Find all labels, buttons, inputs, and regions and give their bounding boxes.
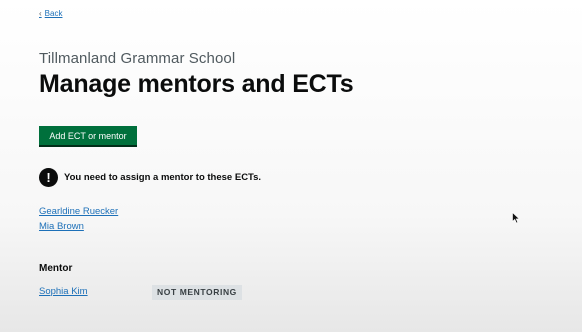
mentor-row: Sophia Kim NOT MENTORING: [39, 285, 339, 300]
chevron-left-icon: ‹: [39, 9, 42, 18]
ect-link-gearldine-ruecker[interactable]: Gearldine Ruecker: [39, 206, 118, 217]
school-name-caption: Tillmanland Grammar School: [39, 50, 236, 67]
mouse-pointer-icon: [512, 212, 521, 224]
mentor-section-heading: Mentor: [39, 263, 73, 274]
exclamation-icon: !: [39, 168, 58, 187]
ect-link-mia-brown[interactable]: Mia Brown: [39, 221, 84, 232]
mentor-link-sophia-kim[interactable]: Sophia Kim: [39, 286, 88, 297]
status-badge: NOT MENTORING: [152, 285, 242, 300]
warning-text: You need to assign a mentor to these ECT…: [64, 172, 262, 183]
back-link[interactable]: ‹ Back: [39, 9, 62, 18]
ect-list: Gearldine Ruecker Mia Brown: [39, 206, 118, 232]
warning-banner: ! You need to assign a mentor to these E…: [39, 168, 261, 187]
page: ‹ Back Tillmanland Grammar School Manage…: [0, 0, 582, 332]
add-ect-or-mentor-button[interactable]: Add ECT or mentor: [39, 126, 137, 147]
page-title: Manage mentors and ECTs: [39, 70, 354, 98]
back-link-label: Back: [44, 9, 63, 18]
